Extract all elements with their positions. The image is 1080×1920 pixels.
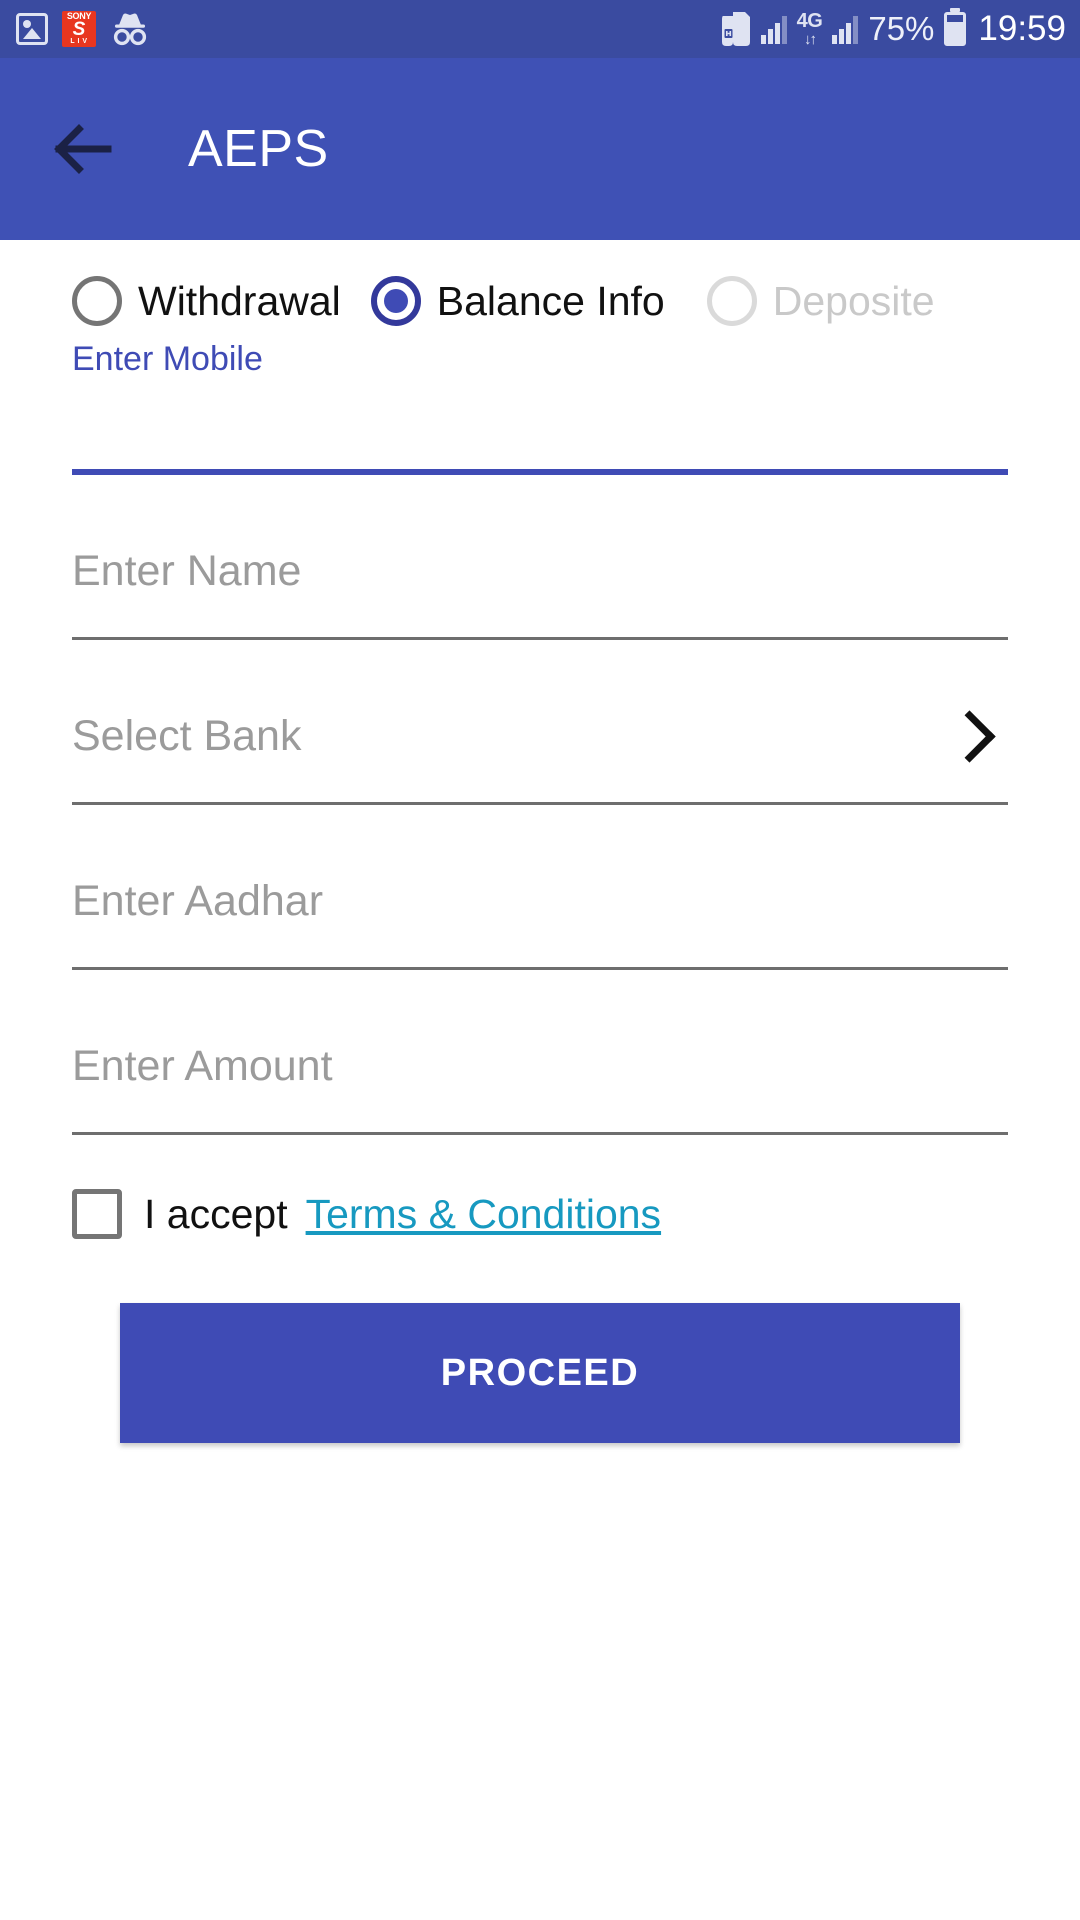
- status-bar-clock: 19:59: [978, 9, 1066, 48]
- radio-option-deposite: Deposite: [706, 276, 935, 326]
- network-type-indicator: 4G ↓↑: [797, 11, 823, 47]
- back-arrow-icon: [54, 124, 112, 174]
- select-bank-value: Select Bank: [72, 711, 302, 760]
- transaction-type-radio-group: Withdrawal Balance Info Deposite: [72, 240, 1008, 326]
- data-transfer-arrows-icon: ↓↑: [804, 31, 817, 48]
- incognito-icon: [110, 12, 150, 46]
- mobile-input[interactable]: [72, 415, 1008, 469]
- aadhar-input[interactable]: [72, 876, 1008, 926]
- amount-field[interactable]: [72, 1000, 1008, 1135]
- battery-icon: [944, 12, 967, 46]
- name-input[interactable]: [72, 546, 1008, 596]
- radio-label-balance-info: Balance Info: [436, 277, 665, 324]
- battery-percentage-label: 75%: [868, 10, 935, 47]
- aeps-form: Withdrawal Balance Info Deposite Enter M…: [0, 240, 1080, 1443]
- terms-accept-label: I accept: [144, 1190, 288, 1237]
- proceed-button-container: PROCEED: [72, 1303, 1008, 1443]
- amount-input[interactable]: [72, 1041, 1008, 1091]
- signal-strength-icon-sim2: [832, 14, 859, 44]
- status-bar: SONY S L I V 4G ↓↑ 75% 19:59: [0, 0, 1080, 58]
- proceed-button[interactable]: PROCEED: [120, 1303, 960, 1443]
- terms-checkbox[interactable]: [72, 1189, 122, 1239]
- radio-icon-deposite: [706, 276, 757, 326]
- radio-label-deposite: Deposite: [772, 277, 935, 324]
- status-bar-right-icons: 4G ↓↑ 75% 19:59: [721, 9, 1066, 49]
- app-bar: AEPS: [0, 58, 1080, 240]
- radio-label-withdrawal: Withdrawal: [138, 277, 341, 324]
- select-bank-field[interactable]: Select Bank: [72, 670, 1008, 805]
- radio-icon-balance-info[interactable]: [370, 276, 421, 326]
- name-field[interactable]: [72, 505, 1008, 640]
- page-title: AEPS: [188, 120, 329, 178]
- sonyliv-icon-bottom-text: L I V: [70, 38, 88, 45]
- network-type-label: 4G: [796, 10, 823, 32]
- radio-icon-withdrawal[interactable]: [72, 276, 122, 326]
- mobile-field[interactable]: [72, 379, 1008, 475]
- status-bar-left-icons: SONY S L I V: [16, 11, 150, 47]
- sonyliv-icon: SONY S L I V: [62, 11, 96, 47]
- terms-and-conditions-link[interactable]: Terms & Conditions: [306, 1191, 661, 1238]
- photo-icon: [16, 13, 48, 45]
- signal-strength-icon-sim1: [760, 14, 787, 44]
- radio-option-withdrawal[interactable]: Withdrawal: [72, 276, 341, 326]
- mobile-floating-label: Enter Mobile: [72, 340, 263, 378]
- aadhar-field[interactable]: [72, 835, 1008, 970]
- chevron-right-icon[interactable]: [943, 709, 996, 763]
- radio-option-balance-info[interactable]: Balance Info: [370, 276, 665, 326]
- dual-sim-icon: [721, 11, 751, 47]
- terms-acceptance-row: I accept Terms & Conditions: [72, 1189, 1008, 1239]
- sonyliv-icon-mid-text: S: [72, 19, 86, 40]
- mobile-field-block: Enter Mobile: [72, 340, 1008, 475]
- back-button[interactable]: [48, 113, 120, 185]
